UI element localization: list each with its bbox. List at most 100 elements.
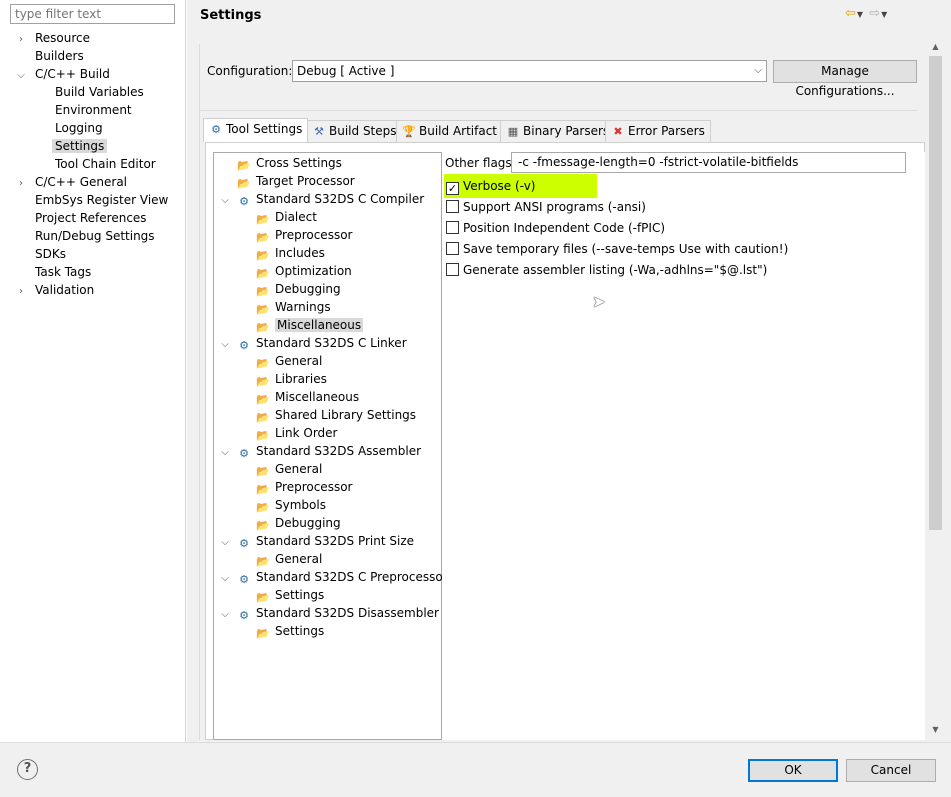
tree-item[interactable]: 📂 Settings bbox=[220, 586, 440, 604]
manage-configurations-button[interactable]: Manage Configurations... bbox=[773, 60, 917, 98]
tab-error-parsers[interactable]: ✖ Error Parsers bbox=[605, 120, 711, 142]
chevron-down-icon[interactable]: ⌵ bbox=[220, 570, 230, 588]
tree-item[interactable]: ⌵ ⚙ Standard S32DS Disassembler bbox=[220, 604, 440, 622]
tree-item[interactable]: 📂 Miscellaneous bbox=[220, 388, 440, 406]
tree-item[interactable]: ⌵ ⚙ Standard S32DS C Preprocessor bbox=[220, 568, 447, 588]
nav-item[interactable]: Builders bbox=[16, 47, 184, 65]
other-flags-label: Other flags bbox=[445, 156, 512, 170]
nav-item[interactable]: › Validation bbox=[16, 281, 184, 299]
back-arrow-icon[interactable]: ⇦ bbox=[845, 6, 857, 21]
tree-item[interactable]: ⌵ ⚙ Standard S32DS Print Size bbox=[220, 532, 440, 550]
tree-item-label: Standard S32DS C Linker bbox=[256, 336, 407, 350]
chevron-down-icon[interactable]: ⌵ bbox=[220, 534, 230, 552]
option-checkbox[interactable]: Support ANSI programs (-ansi) bbox=[446, 199, 646, 215]
folder-icon: 📂 bbox=[256, 591, 270, 604]
tree-item-label: Miscellaneous bbox=[275, 318, 364, 332]
divider bbox=[200, 110, 917, 111]
tree-item[interactable]: 📂 Libraries bbox=[220, 370, 440, 388]
tree-item-label: Standard S32DS Disassembler bbox=[256, 606, 439, 620]
tree-item[interactable]: 📂 Settings bbox=[220, 622, 440, 640]
tree-item[interactable]: 📂 Debugging bbox=[220, 280, 440, 298]
tab-binary-parsers[interactable]: ▦ Binary Parsers bbox=[500, 120, 616, 142]
tree-item[interactable]: 📂 Miscellaneous bbox=[220, 316, 440, 334]
option-checkbox[interactable]: Generate assembler listing (-Wa,-adhlns=… bbox=[446, 262, 767, 278]
nav-item[interactable]: Tool Chain Editor bbox=[16, 155, 184, 173]
nav-item[interactable]: ⌵ C/C++ Build bbox=[16, 65, 184, 83]
tree-item[interactable]: 📂 Dialect bbox=[220, 208, 440, 226]
filter-input[interactable] bbox=[10, 4, 175, 24]
scrollbar-thumb[interactable] bbox=[929, 56, 942, 530]
nav-item-label: Project References bbox=[35, 211, 147, 225]
folder-icon: 📂 bbox=[256, 267, 270, 280]
chevron-down-icon[interactable]: ⌵ bbox=[220, 606, 230, 624]
forward-arrow-icon[interactable]: ⇨ bbox=[869, 6, 881, 21]
nav-item[interactable]: Settings bbox=[16, 137, 184, 155]
nav-item[interactable]: › Resource bbox=[16, 29, 184, 47]
chevron-down-icon[interactable]: ⌵ bbox=[16, 67, 26, 85]
tree-item[interactable]: 📂 Preprocessor bbox=[220, 226, 440, 244]
tree-item[interactable]: 📂 Shared Library Settings bbox=[220, 406, 440, 424]
nav-tree: › Resource Builders ⌵ C/C++ Build Build Varia… bbox=[16, 29, 184, 299]
nav-item[interactable]: Project References bbox=[16, 209, 184, 227]
configuration-select[interactable]: Debug [ Active ] ⌵ bbox=[292, 60, 767, 82]
help-icon[interactable]: ? bbox=[17, 759, 38, 780]
tree-item[interactable]: 📂 Warnings bbox=[220, 298, 440, 316]
tree-item[interactable]: 📂 Optimization bbox=[220, 262, 440, 280]
tree-item[interactable]: 📂 Link Order bbox=[220, 424, 440, 442]
tree-item[interactable]: 📂 Debugging bbox=[220, 514, 440, 532]
tree-item[interactable]: 📂 General bbox=[220, 550, 440, 568]
folder-icon: 📂 bbox=[256, 393, 270, 406]
forward-menu-icon[interactable]: ▼ bbox=[881, 10, 888, 19]
tree-item-label: Libraries bbox=[275, 372, 327, 386]
tab-build-artifact[interactable]: 🏆 Build Artifact bbox=[396, 120, 503, 142]
checkbox-checked-icon[interactable]: ✓ bbox=[446, 182, 459, 195]
tree-item[interactable]: ⌵ ⚙ Standard S32DS Assembler bbox=[220, 442, 440, 460]
tree-item[interactable]: 📂 Target Processor bbox=[220, 172, 440, 190]
nav-item[interactable]: Logging bbox=[16, 119, 184, 137]
tree-item[interactable]: ⌵ ⚙ Standard S32DS C Compiler bbox=[220, 190, 440, 208]
nav-item[interactable]: SDKs bbox=[16, 245, 184, 263]
option-checkbox[interactable]: Position Independent Code (-fPIC) bbox=[446, 220, 665, 236]
nav-item[interactable]: Task Tags bbox=[16, 263, 184, 281]
option-checkbox[interactable]: ✓ Verbose (-v) bbox=[446, 178, 535, 195]
tree-item[interactable]: 📂 General bbox=[220, 352, 440, 370]
build-steps-icon: ⚒ bbox=[314, 125, 324, 138]
nav-item[interactable]: Run/Debug Settings bbox=[16, 227, 184, 245]
tree-item-label: Debugging bbox=[275, 282, 341, 296]
scroll-up-icon[interactable]: ▲ bbox=[927, 42, 944, 56]
ok-button[interactable]: OK bbox=[748, 759, 838, 782]
nav-item[interactable]: Build Variables bbox=[16, 83, 184, 101]
checkbox-icon[interactable] bbox=[446, 200, 459, 213]
tool-gear-icon: ⚙ bbox=[239, 573, 249, 586]
tree-item-label: Settings bbox=[275, 624, 325, 638]
tree-item[interactable]: ⌵ ⚙ Standard S32DS C Linker bbox=[220, 334, 440, 352]
tree-item[interactable]: 📂 Preprocessor bbox=[220, 478, 440, 496]
tree-item[interactable]: 📂 Cross Settings bbox=[220, 154, 440, 172]
tree-item[interactable]: 📂 Symbols bbox=[220, 496, 440, 514]
history-nav: ⇦▼ ⇨▼ bbox=[845, 6, 888, 21]
chevron-down-icon[interactable]: ⌵ bbox=[220, 444, 230, 462]
tab-label: Build Artifact bbox=[419, 124, 497, 138]
tree-item-label: General bbox=[275, 552, 323, 566]
tree-item[interactable]: 📂 Includes bbox=[220, 244, 440, 262]
nav-item[interactable]: Environment bbox=[16, 101, 184, 119]
chevron-right-icon[interactable]: › bbox=[16, 283, 26, 301]
checkbox-icon[interactable] bbox=[446, 221, 459, 234]
nav-item[interactable]: › C/C++ General bbox=[16, 173, 184, 191]
chevron-down-icon[interactable]: ⌵ bbox=[220, 192, 230, 210]
tab-build-steps[interactable]: ⚒ Build Steps bbox=[306, 120, 403, 142]
nav-item[interactable]: EmbSys Register View bbox=[16, 191, 184, 209]
tab-tool-settings[interactable]: ⚙ Tool Settings bbox=[203, 118, 309, 142]
nav-item-label: EmbSys Register View bbox=[35, 193, 169, 207]
checkbox-icon[interactable] bbox=[446, 242, 459, 255]
cancel-button[interactable]: Cancel bbox=[846, 759, 936, 782]
tree-item-label: Standard S32DS Assembler bbox=[256, 444, 422, 458]
folder-icon: 📂 bbox=[256, 231, 270, 244]
chevron-down-icon[interactable]: ⌵ bbox=[220, 336, 230, 354]
checkbox-icon[interactable] bbox=[446, 263, 459, 276]
tree-item[interactable]: 📂 General bbox=[220, 460, 440, 478]
scroll-down-icon[interactable]: ▼ bbox=[927, 725, 944, 739]
option-checkbox[interactable]: Save temporary files (--save-temps Use w… bbox=[446, 241, 788, 257]
other-flags-input[interactable]: -c -fmessage-length=0 -fstrict-volatile-… bbox=[511, 152, 906, 173]
back-menu-icon[interactable]: ▼ bbox=[857, 10, 864, 19]
